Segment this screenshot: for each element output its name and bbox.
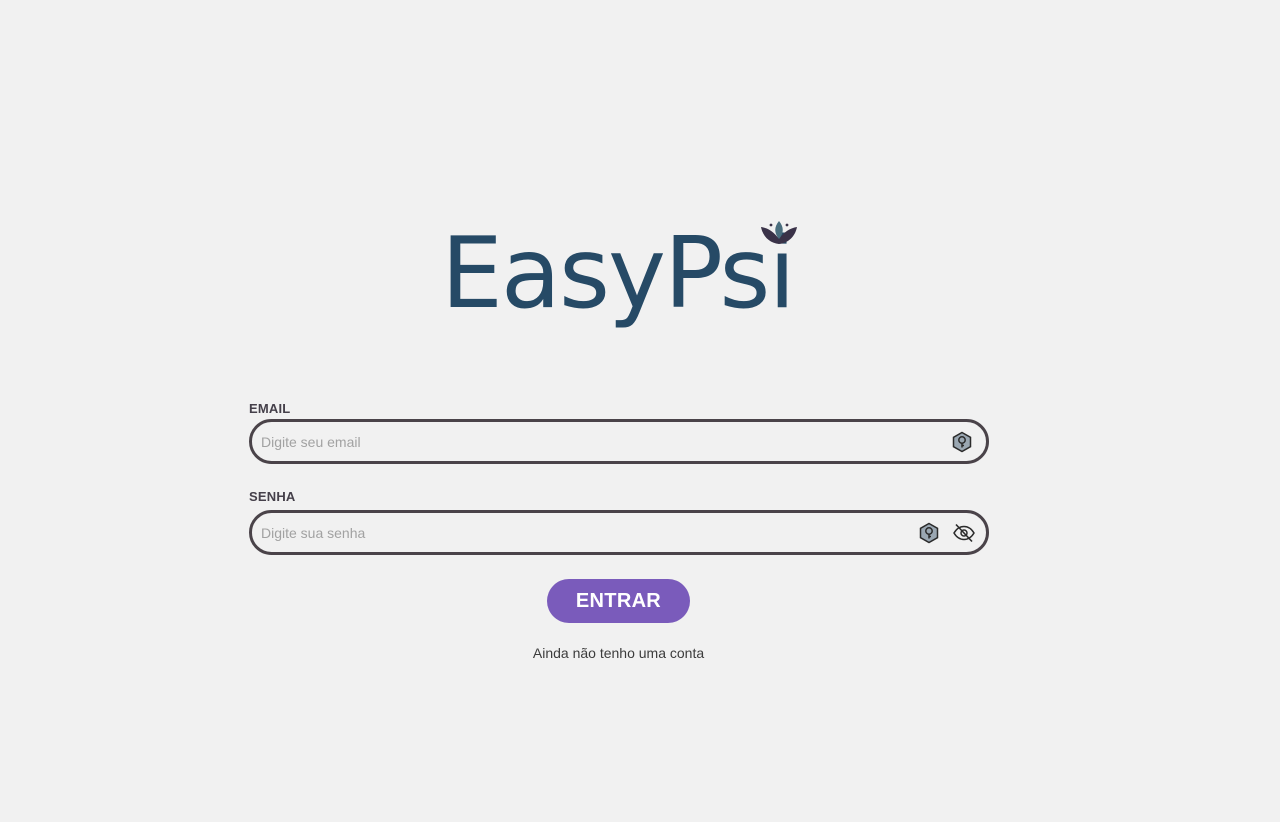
key-icon — [919, 522, 939, 544]
email-input[interactable] — [261, 422, 901, 461]
password-label: SENHA — [249, 489, 296, 504]
brand-name: EasyPsi — [441, 217, 796, 331]
login-button[interactable]: ENTRAR — [547, 579, 690, 623]
password-input[interactable] — [261, 513, 901, 552]
signup-link[interactable]: Ainda não tenho uma conta — [0, 645, 1237, 661]
eye-off-icon[interactable] — [952, 522, 976, 544]
lotus-icon — [761, 221, 797, 244]
email-label: EMAIL — [249, 401, 291, 416]
brand-logo: EasyPsi — [441, 212, 801, 336]
password-field-wrapper — [249, 510, 989, 555]
key-icon — [952, 431, 972, 453]
email-field-wrapper — [249, 419, 989, 464]
